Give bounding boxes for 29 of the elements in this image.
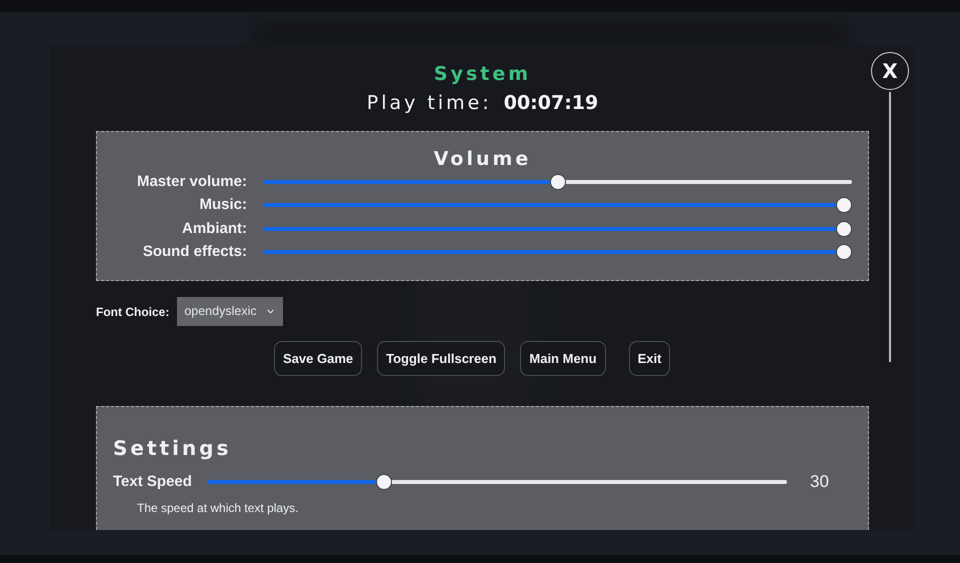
setting-value: 30 (810, 471, 829, 493)
dialog-title: System (434, 62, 532, 87)
volume-title: Volume (434, 148, 532, 170)
slider[interactable] (263, 174, 852, 190)
slider[interactable] (263, 197, 852, 214)
play-time-value: 00:07:19 (504, 90, 598, 116)
slider-label: Master volume: (136, 172, 247, 192)
slider-thumb[interactable] (836, 220, 852, 237)
slider[interactable] (207, 474, 787, 490)
menu-button[interactable]: Main Menu (520, 341, 606, 376)
slider-thumb[interactable] (550, 174, 566, 190)
slider-thumb[interactable] (376, 474, 392, 490)
slider[interactable] (263, 244, 852, 260)
slider-label: Music: (198, 195, 247, 215)
slider-thumb[interactable] (836, 197, 852, 214)
menu-button[interactable]: Save Game (274, 341, 362, 376)
slider-label: Sound effects: (142, 242, 247, 262)
slider-thumb[interactable] (836, 244, 852, 260)
slider[interactable] (263, 220, 852, 237)
scrollbar[interactable] (889, 92, 891, 362)
play-time-label: Play time: (366, 90, 492, 116)
slider-label: Ambiant: (181, 218, 247, 238)
menu-button[interactable]: Toggle Fullscreen (377, 341, 506, 376)
menu-button[interactable]: Exit (628, 341, 670, 376)
settings-title: Settings (113, 435, 232, 462)
font-select[interactable]: opendyslexic (177, 297, 283, 326)
setting-label: Text Speed (113, 472, 193, 492)
setting-description: The speed at which text plays. (137, 500, 300, 516)
font-choice-label: Font Choice: (96, 304, 170, 320)
